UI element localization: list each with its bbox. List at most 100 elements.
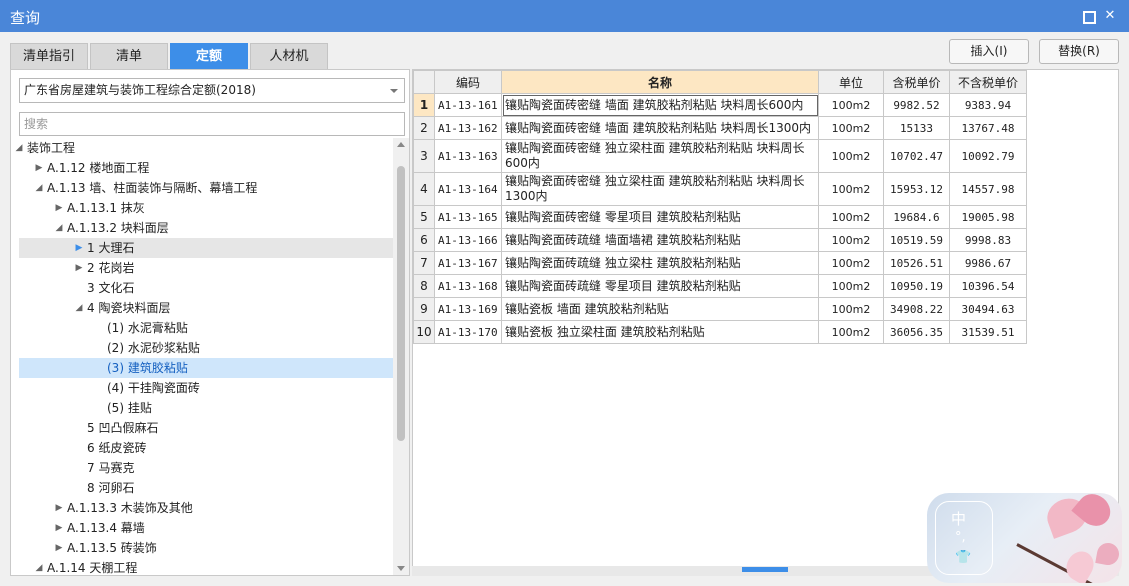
hscroll-thumb[interactable] [742,567,788,572]
cell-code[interactable]: A1-13-165 [434,205,502,229]
row-number[interactable]: 3 [413,139,435,173]
cell-code[interactable]: A1-13-164 [434,172,502,206]
cell-unit[interactable]: 100m2 [818,251,884,275]
tree-node[interactable]: ▶ A.1.13.3 木装饰及其他 [19,498,393,518]
cell-code[interactable]: A1-13-163 [434,139,502,173]
cell-unit[interactable]: 100m2 [818,116,884,140]
insert-button[interactable]: 插入(I) [949,39,1029,64]
tree-node[interactable]: ▶ A.1.12 楼地面工程 [19,158,393,178]
ime-mode-chinese[interactable]: 中 [951,508,966,529]
tree-node[interactable]: ▶ A.1.13.1 抹灰 [19,198,393,218]
maximize-icon[interactable] [1081,9,1096,24]
replace-button[interactable]: 替换(R) [1039,39,1119,64]
table-row[interactable]: 1 A1-13-161 镶贴陶瓷面砖密缝 墙面 建筑胶粘剂粘贴 块料周长600内 10… [413,93,1027,117]
cell-unit[interactable]: 100m2 [818,320,884,344]
table-row[interactable]: 2 A1-13-162 镶贴陶瓷面砖密缝 墙面 建筑胶粘剂粘贴 块料周长1300内 1… [413,116,1027,140]
tree-collapse-icon[interactable]: ◢ [13,138,25,158]
table-row[interactable]: 6 A1-13-166 镶贴陶瓷面砖疏缝 墙面墙裙 建筑胶粘剂粘贴 100m2 1051… [413,228,1027,252]
tree-expand-icon[interactable]: ▶ [53,198,65,218]
ime-status-box[interactable]: 中 °, 👕 [935,501,993,575]
cell-tax-price[interactable]: 10950.19 [883,274,950,298]
cell-tax-price[interactable]: 10702.47 [883,139,950,173]
scroll-up-icon[interactable] [397,142,405,147]
table-row[interactable]: 3 A1-13-163 镶贴陶瓷面砖密缝 独立梁柱面 建筑胶粘剂粘贴 块料周长600… [413,139,1027,173]
tree-node[interactable]: ▶ 1 大理石 [19,238,393,258]
tree-node[interactable]: 3 文化石 [19,278,393,298]
tab-labor-material[interactable]: 人材机 [250,43,328,69]
header-name[interactable]: 名称 [501,70,819,94]
cell-notax-price[interactable]: 30494.63 [949,297,1027,321]
cell-notax-price[interactable]: 10396.54 [949,274,1027,298]
tree-node[interactable]: ◢ A.1.13 墙、柱面装饰与隔断、幕墙工程 [19,178,393,198]
table-row[interactable]: 4 A1-13-164 镶贴陶瓷面砖密缝 独立梁柱面 建筑胶粘剂粘贴 块料周长130… [413,172,1027,206]
tree-node[interactable]: (2) 水泥砂浆粘贴 [19,338,393,358]
tree-expand-icon[interactable]: ▶ [73,238,85,258]
cell-name[interactable]: 镶贴瓷板 墙面 建筑胶粘剂粘贴 [501,297,819,321]
cell-tax-price[interactable]: 15133 [883,116,950,140]
cell-tax-price[interactable]: 36056.35 [883,320,950,344]
tree-scrollbar[interactable] [393,138,409,575]
tree-node[interactable]: (4) 干挂陶瓷面砖 [19,378,393,398]
header-unit[interactable]: 单位 [818,70,884,94]
tree-node[interactable]: ▶ A.1.13.5 砖装饰 [19,538,393,558]
tree-node[interactable]: ◢ 装饰工程 [16,138,393,158]
tree-node[interactable]: (3) 建筑胶粘贴 [19,358,393,378]
cell-name[interactable]: 镶贴陶瓷面砖密缝 零星项目 建筑胶粘剂粘贴 [501,205,819,229]
header-code[interactable]: 编码 [434,70,502,94]
cell-unit[interactable]: 100m2 [818,93,884,117]
quota-library-select[interactable]: 广东省房屋建筑与装饰工程综合定额(2018) [19,78,405,103]
cell-code[interactable]: A1-13-161 [434,93,502,117]
row-number[interactable]: 8 [413,274,435,298]
tab-bill-guide[interactable]: 清单指引 [10,43,88,69]
cell-notax-price[interactable]: 9998.83 [949,228,1027,252]
cell-unit[interactable]: 100m2 [818,297,884,321]
ime-punctuation[interactable]: °, [955,530,966,545]
cell-notax-price[interactable]: 14557.98 [949,172,1027,206]
tree-node[interactable]: 8 河卵石 [19,478,393,498]
skin-icon[interactable]: 👕 [955,550,971,565]
cell-name[interactable]: 镶贴瓷板 独立梁柱面 建筑胶粘剂粘贴 [501,320,819,344]
table-row[interactable]: 10 A1-13-170 镶贴瓷板 独立梁柱面 建筑胶粘剂粘贴 100m2 36056.… [413,320,1027,344]
cell-tax-price[interactable]: 10526.51 [883,251,950,275]
tree-node[interactable]: ◢ A.1.14 天棚工程 [19,558,393,575]
cell-notax-price[interactable]: 9986.67 [949,251,1027,275]
table-row[interactable]: 8 A1-13-168 镶贴陶瓷面砖疏缝 零星项目 建筑胶粘剂粘贴 100m2 1095… [413,274,1027,298]
tree-node[interactable]: 6 纸皮瓷砖 [19,438,393,458]
header-notax-price[interactable]: 不含税单价 [949,70,1027,94]
tree-expand-icon[interactable]: ▶ [33,158,45,178]
cell-tax-price[interactable]: 15953.12 [883,172,950,206]
cell-name[interactable]: 镶贴陶瓷面砖密缝 墙面 建筑胶粘剂粘贴 块料周长600内 [501,93,819,117]
cell-tax-price[interactable]: 19684.6 [883,205,950,229]
search-input[interactable] [19,112,405,136]
tree-collapse-icon[interactable]: ◢ [73,298,85,318]
table-row[interactable]: 5 A1-13-165 镶贴陶瓷面砖密缝 零星项目 建筑胶粘剂粘贴 100m2 1968… [413,205,1027,229]
cell-unit[interactable]: 100m2 [818,172,884,206]
cell-notax-price[interactable]: 10092.79 [949,139,1027,173]
cell-code[interactable]: A1-13-170 [434,320,502,344]
tree-node[interactable]: 7 马赛克 [19,458,393,478]
row-number[interactable]: 2 [413,116,435,140]
tree-expand-icon[interactable]: ▶ [53,538,65,558]
scrollbar-thumb[interactable] [397,166,405,441]
tab-quota[interactable]: 定额 [170,43,248,69]
row-number[interactable]: 5 [413,205,435,229]
tree-node[interactable]: ◢ 4 陶瓷块料面层 [19,298,393,318]
table-row[interactable]: 9 A1-13-169 镶贴瓷板 墙面 建筑胶粘剂粘贴 100m2 34908.22 30… [413,297,1027,321]
cell-code[interactable]: A1-13-166 [434,228,502,252]
cell-notax-price[interactable]: 31539.51 [949,320,1027,344]
tree-expand-icon[interactable]: ▶ [53,518,65,538]
cell-unit[interactable]: 100m2 [818,205,884,229]
cell-name[interactable]: 镶贴陶瓷面砖密缝 墙面 建筑胶粘剂粘贴 块料周长1300内 [501,116,819,140]
cell-tax-price[interactable]: 10519.59 [883,228,950,252]
close-icon[interactable]: ✕ [1103,9,1117,23]
cell-name[interactable]: 镶贴陶瓷面砖疏缝 墙面墙裙 建筑胶粘剂粘贴 [501,228,819,252]
tree-expand-icon[interactable]: ▶ [53,498,65,518]
cell-unit[interactable]: 100m2 [818,274,884,298]
tree-node[interactable]: ◢ A.1.13.2 块料面层 [19,218,393,238]
cell-tax-price[interactable]: 34908.22 [883,297,950,321]
tree-collapse-icon[interactable]: ◢ [53,218,65,238]
row-number[interactable]: 9 [413,297,435,321]
cell-unit[interactable]: 100m2 [818,139,884,173]
cell-notax-price[interactable]: 9383.94 [949,93,1027,117]
cell-code[interactable]: A1-13-162 [434,116,502,140]
